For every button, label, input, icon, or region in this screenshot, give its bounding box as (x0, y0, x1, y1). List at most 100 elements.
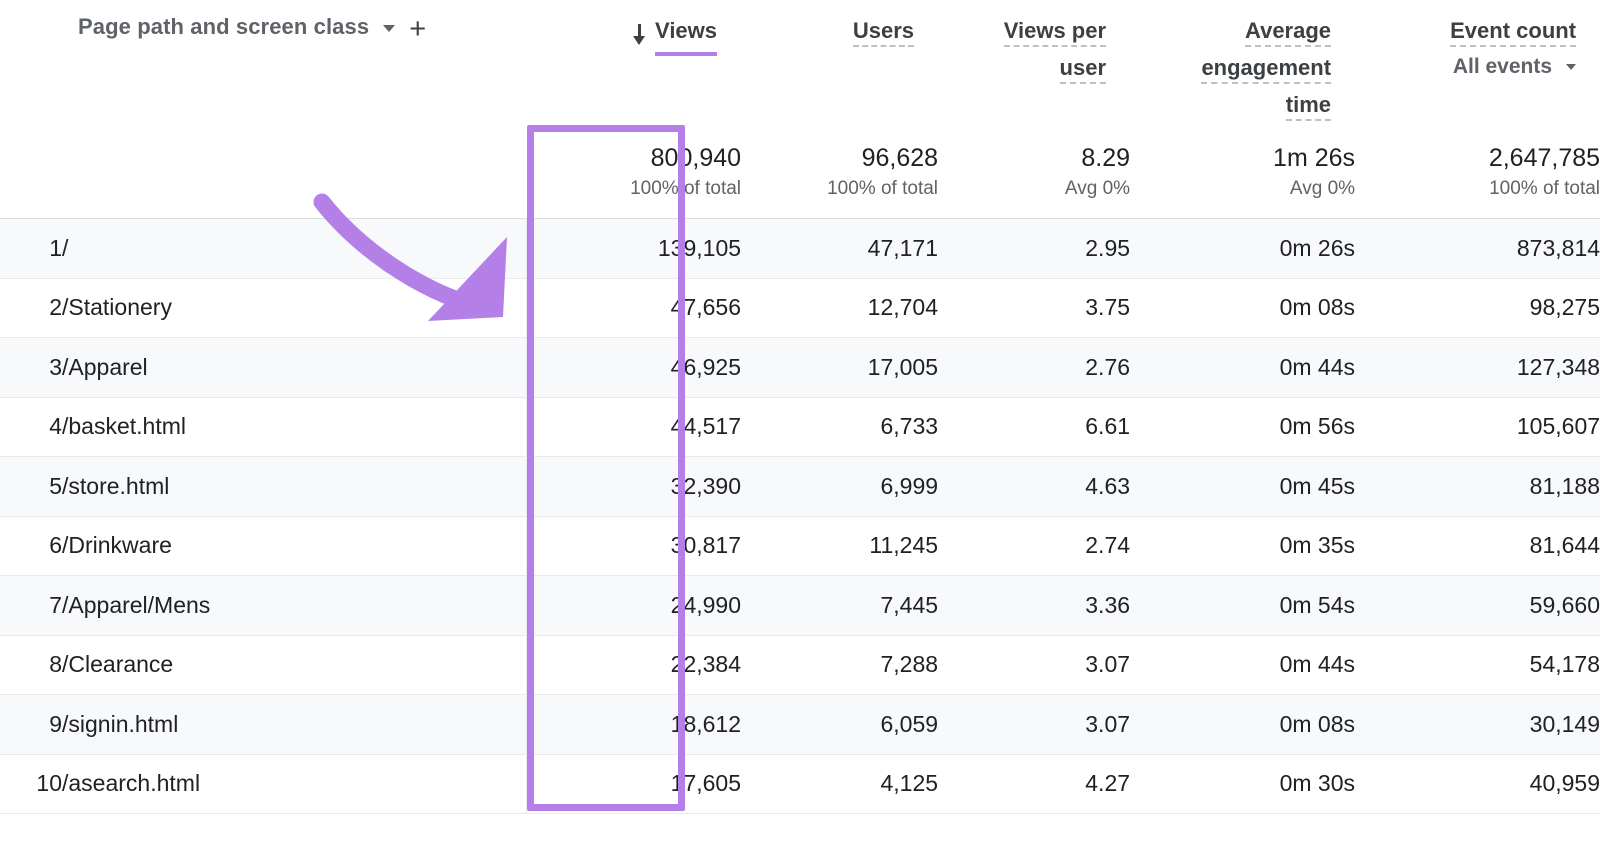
row-users: 6,733 (741, 397, 938, 457)
column-header-avg-engagement-label-line2: engagement (1201, 55, 1331, 84)
row-avg-engagement-time: 0m 30s (1130, 754, 1355, 814)
summary-views-per-user-note: Avg 0% (938, 176, 1130, 202)
table-row[interactable]: 4/basket.html44,5176,7336.610m 56s105,60… (0, 397, 1600, 457)
summary-avg-engagement-note: Avg 0% (1130, 176, 1355, 202)
row-views-per-user: 4.63 (938, 457, 1130, 517)
row-page-path: /basket.html (62, 397, 474, 457)
summary-users-note: 100% of total (741, 176, 938, 202)
row-event-count: 127,348 (1355, 338, 1600, 398)
chevron-down-icon[interactable] (383, 25, 395, 32)
arrow-down-icon (631, 24, 647, 46)
row-users: 11,245 (741, 516, 938, 576)
dimension-selector-label[interactable]: Page path and screen class (78, 12, 369, 42)
row-avg-engagement-time: 0m 44s (1130, 338, 1355, 398)
row-users: 6,999 (741, 457, 938, 517)
row-views-per-user: 3.36 (938, 576, 1130, 636)
row-rank: 6 (0, 516, 62, 576)
summary-cell-views: 800,940 100% of total (526, 125, 741, 219)
row-page-path: /store.html (62, 457, 474, 517)
table-row[interactable]: 10/asearch.html17,6054,1254.270m 30s40,9… (0, 754, 1600, 814)
row-page-path: / (62, 219, 474, 279)
row-views-per-user: 3.07 (938, 695, 1130, 755)
row-event-count: 54,178 (1355, 635, 1600, 695)
row-users: 7,445 (741, 576, 938, 636)
row-views: 18,612 (526, 695, 741, 755)
row-page-path: /Apparel (62, 338, 474, 398)
row-page-path: /Apparel/Mens (62, 576, 474, 636)
plus-icon[interactable]: + (409, 15, 426, 43)
row-users: 17,005 (741, 338, 938, 398)
row-spacer (474, 576, 526, 636)
column-header-views[interactable]: Views (526, 0, 741, 125)
row-avg-engagement-time: 0m 44s (1130, 635, 1355, 695)
row-event-count: 98,275 (1355, 278, 1600, 338)
row-page-path: /signin.html (62, 695, 474, 755)
row-page-path: /Clearance (62, 635, 474, 695)
table-row[interactable]: 5/store.html32,3906,9994.630m 45s81,188 (0, 457, 1600, 517)
row-avg-engagement-time: 0m 08s (1130, 695, 1355, 755)
table-row[interactable]: 3/Apparel46,92517,0052.760m 44s127,348 (0, 338, 1600, 398)
column-header-event-count[interactable]: Event count All events (1355, 0, 1600, 125)
column-header-users[interactable]: Users (741, 0, 938, 125)
row-users: 7,288 (741, 635, 938, 695)
row-views: 139,105 (526, 219, 741, 279)
summary-views-note: 100% of total (526, 176, 741, 202)
summary-dimension-cell (0, 125, 526, 219)
table-row[interactable]: 7/Apparel/Mens 24,9907,4453.360m 54s59,66… (0, 576, 1600, 636)
column-header-avg-engagement-label-line1: Average (1245, 18, 1331, 47)
row-avg-engagement-time: 0m 35s (1130, 516, 1355, 576)
row-avg-engagement-time: 0m 54s (1130, 576, 1355, 636)
column-header-avg-engagement-label-line3: time (1286, 92, 1331, 121)
chevron-down-icon (1566, 64, 1576, 70)
summary-users-value: 96,628 (741, 142, 938, 174)
row-views: 22,384 (526, 635, 741, 695)
row-event-count: 81,644 (1355, 516, 1600, 576)
summary-row: 800,940 100% of total 96,628 100% of tot… (0, 125, 1600, 219)
table-row[interactable]: 6/Drinkware30,81711,2452.740m 35s81,644 (0, 516, 1600, 576)
row-views: 24,990 (526, 576, 741, 636)
summary-event-count-value: 2,647,785 (1355, 142, 1600, 174)
summary-avg-engagement-value: 1m 26s (1130, 142, 1355, 174)
table-row[interactable]: 9/signin.html18,6126,0593.070m 08s30,149 (0, 695, 1600, 755)
row-spacer (474, 695, 526, 755)
row-rank: 4 (0, 397, 62, 457)
row-rank: 5 (0, 457, 62, 517)
table-row[interactable]: 2/Stationery47,65612,7043.750m 08s98,275 (0, 278, 1600, 338)
summary-cell-users: 96,628 100% of total (741, 125, 938, 219)
summary-event-count-note: 100% of total (1355, 176, 1600, 202)
table-header-row: Page path and screen class + Views (0, 0, 1600, 125)
table-row[interactable]: 8/Clearance22,3847,2883.070m 44s54,178 (0, 635, 1600, 695)
row-views: 30,817 (526, 516, 741, 576)
row-views-per-user: 3.07 (938, 635, 1130, 695)
row-spacer (474, 754, 526, 814)
row-views: 46,925 (526, 338, 741, 398)
dimension-header-cell: Page path and screen class + (0, 0, 526, 125)
row-avg-engagement-time: 0m 56s (1130, 397, 1355, 457)
row-views-per-user: 6.61 (938, 397, 1130, 457)
row-users: 12,704 (741, 278, 938, 338)
row-views: 44,517 (526, 397, 741, 457)
row-event-count: 59,660 (1355, 576, 1600, 636)
page-path-metrics-table: Page path and screen class + Views (0, 0, 1600, 814)
summary-cell-views-per-user: 8.29 Avg 0% (938, 125, 1130, 219)
summary-cell-avg-engagement-time: 1m 26s Avg 0% (1130, 125, 1355, 219)
row-spacer (474, 397, 526, 457)
row-rank: 1 (0, 219, 62, 279)
row-rank: 7 (0, 576, 62, 636)
row-event-count: 81,188 (1355, 457, 1600, 517)
event-filter-dropdown[interactable]: All events (1365, 55, 1576, 79)
column-header-avg-engagement-time[interactable]: Average engagement time (1130, 0, 1355, 125)
table-row[interactable]: 1/139,10547,1712.950m 26s873,814 (0, 219, 1600, 279)
row-users: 6,059 (741, 695, 938, 755)
summary-cell-event-count: 2,647,785 100% of total (1355, 125, 1600, 219)
row-views-per-user: 2.95 (938, 219, 1130, 279)
row-views: 32,390 (526, 457, 741, 517)
row-rank: 10 (0, 754, 62, 814)
summary-views-value: 800,940 (526, 142, 741, 174)
row-spacer (474, 278, 526, 338)
row-event-count: 873,814 (1355, 219, 1600, 279)
row-rank: 3 (0, 338, 62, 398)
column-header-views-per-user[interactable]: Views per user (938, 0, 1130, 125)
column-header-event-count-label: Event count (1450, 18, 1576, 47)
row-views-per-user: 4.27 (938, 754, 1130, 814)
